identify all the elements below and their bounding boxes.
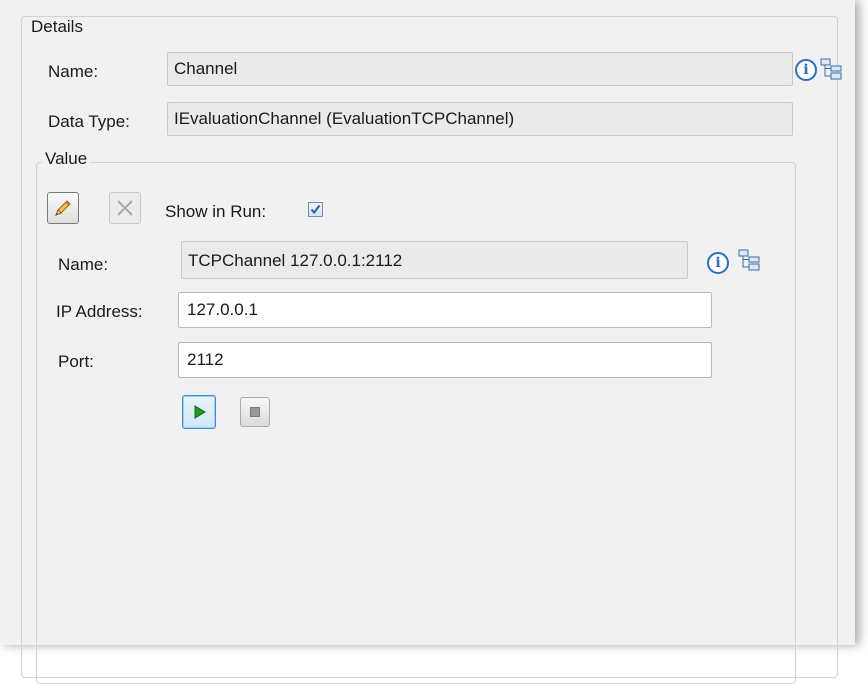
- datatype-field: IEvaluationChannel (EvaluationTCPChannel…: [167, 102, 793, 136]
- value-info-icon[interactable]: i: [707, 252, 729, 274]
- info-icon[interactable]: i: [795, 59, 817, 81]
- datatype-label: Data Type:: [48, 112, 130, 131]
- datatype-value: IEvaluationChannel (EvaluationTCPChannel…: [174, 109, 515, 128]
- show-in-run-label: Show in Run:: [165, 202, 267, 221]
- close-icon: [117, 200, 133, 216]
- show-in-run-checkbox[interactable]: [308, 202, 323, 217]
- details-legend: Details: [28, 17, 86, 37]
- ip-address-label: IP Address:: [56, 302, 143, 321]
- name-field: Channel: [167, 52, 793, 86]
- name-label: Name:: [48, 62, 99, 81]
- delete-button[interactable]: [109, 192, 141, 224]
- port-label: Port:: [58, 352, 94, 371]
- checkmark-icon: [310, 204, 321, 215]
- value-name-field: TCPChannel 127.0.0.1:2112: [181, 241, 688, 279]
- value-name-label: Name:: [58, 255, 109, 274]
- name-value: Channel: [174, 59, 238, 78]
- edit-button[interactable]: [47, 192, 79, 224]
- hierarchy-icon[interactable]: [820, 58, 842, 80]
- value-legend: Value: [42, 149, 91, 169]
- start-button[interactable]: [182, 395, 216, 429]
- value-name-value: TCPChannel 127.0.0.1:2112: [188, 251, 403, 270]
- port-input[interactable]: [178, 342, 712, 378]
- pencil-icon: [55, 200, 71, 216]
- details-panel: Details Name: Channel i Data Type: IEval…: [0, 0, 855, 684]
- value-hierarchy-icon[interactable]: [738, 249, 760, 271]
- stop-button[interactable]: [240, 397, 270, 427]
- ip-address-input[interactable]: [178, 292, 712, 328]
- stop-icon: [250, 407, 260, 417]
- play-icon: [194, 405, 206, 419]
